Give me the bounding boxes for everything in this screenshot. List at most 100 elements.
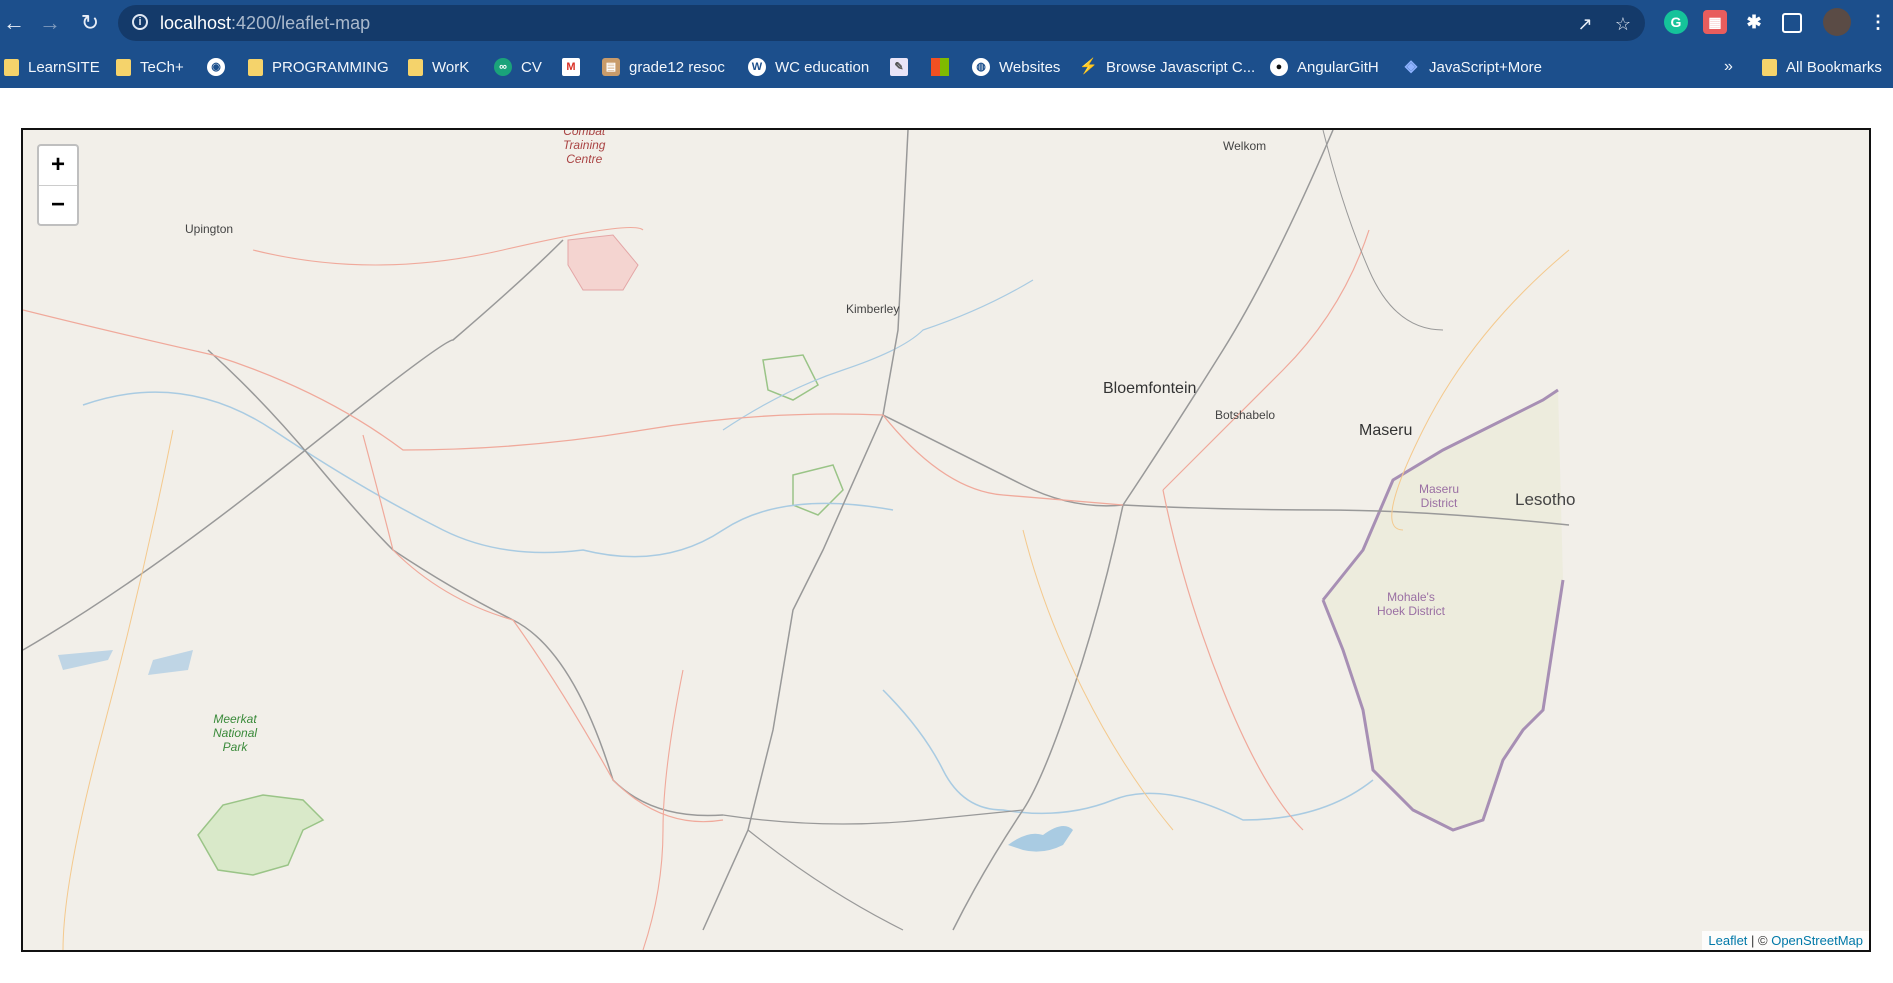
bookmark-gmail[interactable]: M [562,56,589,78]
bookmarks-overflow[interactable]: » [1724,56,1733,78]
park-line-2: National [213,726,258,740]
bookmark-image[interactable]: ✎ [890,56,917,78]
book-icon: ▤ [602,58,620,76]
github-icon: ◉ [207,58,225,76]
road-r706 [1162,489,1304,831]
overflow-chevron-icon: » [1724,58,1733,75]
bookmark-grade12[interactable]: ▤ grade12 resoc [602,56,725,78]
area-line-3: Centre [566,152,603,166]
road-n12 [702,130,909,931]
cv-icon: ∞ [494,58,512,76]
leaf-icon: ⚡ [1079,58,1098,75]
image-icon: ✎ [890,58,908,76]
bookmark-label: Websites [999,58,1061,76]
bookmark-microsoft[interactable] [931,56,958,78]
folder-icon [4,58,19,76]
bookmark-label: grade12 resoc [629,58,725,76]
label-maseru-district: Maseru District [1419,482,1459,510]
military-area [567,234,639,291]
orange-river [82,391,894,558]
side-panel-icon[interactable] [1782,13,1802,33]
bookmark-tech[interactable]: TeCh+ [116,56,184,78]
area-line-2: Training [563,138,606,152]
map-tiles[interactable] [23,130,1869,950]
reload-icon[interactable]: ↻ [76,9,104,37]
profile-avatar[interactable] [1823,8,1851,36]
bookmark-label: WorK [432,58,470,76]
browser-toolbar: ← → ↻ i localhost:4200/leaflet-map ↗ ☆ G… [0,0,1893,46]
bookmark-programming[interactable]: PROGRAMMING [248,56,389,78]
gmail-icon: M [562,58,580,76]
minor-road-4 [1322,130,1444,331]
bookmark-label: CV [521,58,542,76]
road-r64 [23,309,884,451]
road-r357 [362,434,724,823]
district-line-2: Hoek District [1377,604,1446,618]
url-text[interactable]: localhost:4200/leaflet-map [160,13,370,34]
area-line-1: Combat [563,128,606,138]
green-area-2 [792,464,844,516]
road-r48 [642,669,684,950]
road-n8 [207,349,724,817]
leaflet-link[interactable]: Leaflet [1708,933,1747,948]
bookmark-javascript-more[interactable]: ◈ JavaScript+More [1402,56,1542,78]
bookmark-label: JavaScript+More [1429,58,1542,76]
forward-arrow-icon[interactable]: → [36,9,64,37]
bookmark-browse-javascript[interactable]: ⚡ Browse Javascript C... [1079,56,1255,78]
bookmark-wc-education[interactable]: W WC education [748,56,869,78]
zoom-in-button[interactable]: + [39,146,77,186]
bookmark-label: WC education [775,58,870,76]
label-welkom: Welkom [1223,139,1267,153]
bookmark-label: AngularGitH [1297,58,1379,76]
label-botshabelo: Botshabelo [1215,408,1276,422]
bookmark-label: TeCh+ [140,58,184,76]
share-icon[interactable]: ↗ [1574,13,1596,35]
address-bar[interactable]: i localhost:4200/leaflet-map ↗ ☆ [118,5,1645,41]
openstreetmap-link[interactable]: OpenStreetMap [1771,933,1863,948]
leaflet-map[interactable]: Upington Kimberley Bloemfontein Botshabe… [21,128,1871,952]
water-pan [58,650,193,675]
label-kimberley: Kimberley [846,302,900,316]
bookmark-star-icon[interactable]: ☆ [1612,13,1634,35]
bookmark-all-bookmarks[interactable]: All Bookmarks [1762,56,1882,78]
microsoft-icon [931,58,949,76]
park-line-3: Park [222,740,248,754]
district-line-1: Mohale's [1387,590,1435,604]
label-combat-training: Combat Training Centre [563,128,606,166]
label-mohales-hoek: Mohale's Hoek District [1377,590,1445,618]
bookmark-label: Browse Javascript C... [1106,58,1256,76]
bookmark-work[interactable]: WorK [408,56,469,78]
bookmark-label: LearnSITE [28,58,100,76]
bookmark-learnsite[interactable]: LearnSITE [4,56,100,78]
bookmark-cv[interactable]: ∞ CV [494,56,542,78]
green-area [762,354,819,401]
bookmark-github-icon-only[interactable]: ◉ [207,56,234,78]
label-upington: Upington [185,222,234,236]
site-info-icon[interactable]: i [132,14,148,30]
folder-icon [116,58,131,76]
road-south [747,829,904,931]
park-line-1: Meerkat [213,712,257,726]
back-arrow-icon[interactable]: ← [0,9,28,37]
bookmark-label: PROGRAMMING [272,58,389,76]
extensions-puzzle-icon[interactable]: ✱ [1742,10,1766,34]
bookmark-websites[interactable]: ◍ Websites [972,56,1060,78]
menu-kebab-icon[interactable]: ⋮ [1866,10,1890,34]
zoom-control: + − [37,144,79,226]
color-extension-icon[interactable]: ▦ [1703,10,1727,34]
attribution-separator: | © [1747,933,1772,948]
label-meerkat-park: Meerkat National Park [213,712,257,754]
diamond-icon: ◈ [1404,58,1418,75]
district-line-1: Maseru [1419,482,1460,496]
label-maseru: Maseru [1359,422,1413,439]
map-attribution: Leaflet | © OpenStreetMap [1702,931,1869,950]
minor-road-2 [1022,529,1174,831]
bookmark-angulargith[interactable]: ● AngularGitH [1270,56,1379,78]
globe-icon: ◍ [972,58,990,76]
zoom-out-button[interactable]: − [39,186,77,225]
road-n1-north [1122,130,1334,506]
folder-icon [408,58,423,76]
grammarly-icon[interactable]: G [1664,10,1688,34]
folder-icon [248,58,263,76]
github-icon: ● [1270,58,1288,76]
